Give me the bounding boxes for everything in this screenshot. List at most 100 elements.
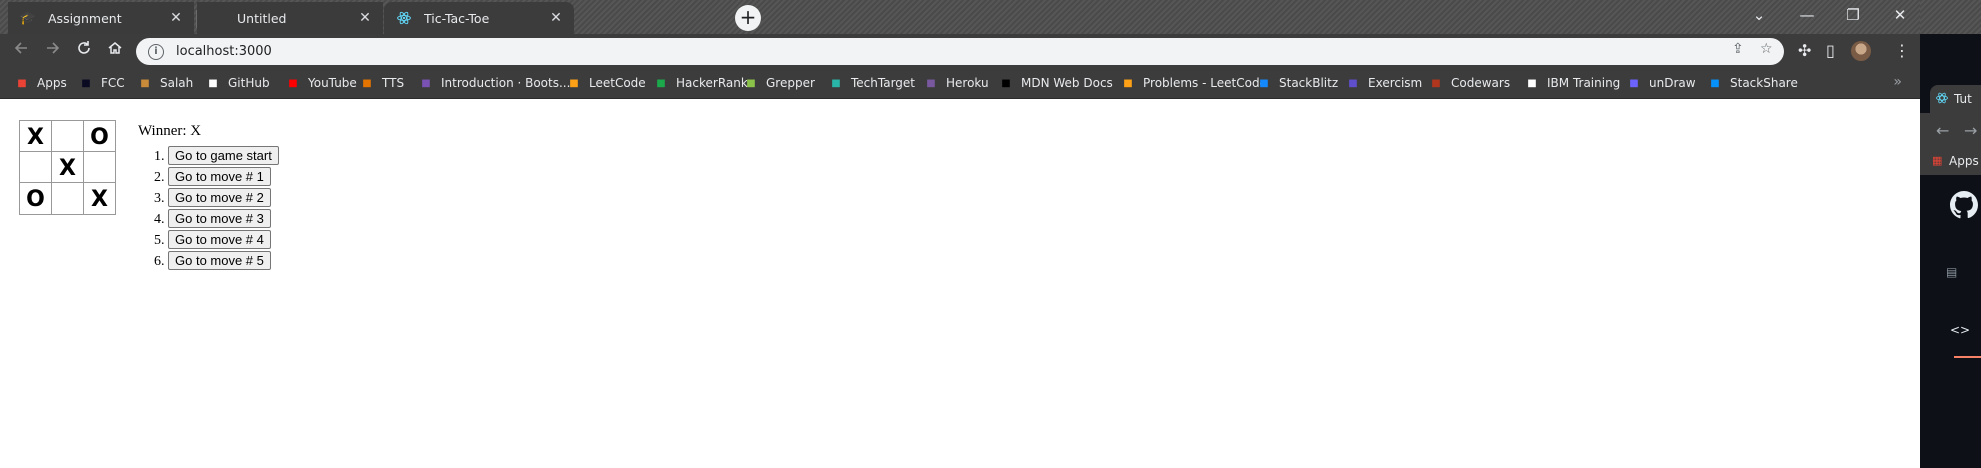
- extensions-icon[interactable]: ✣: [1798, 41, 1811, 60]
- back-arrow-icon[interactable]: ←: [1936, 121, 1949, 140]
- bootstrap-icon: ■: [421, 77, 431, 89]
- square-2[interactable]: O: [83, 120, 116, 153]
- undraw-icon: ■: [1629, 77, 1639, 89]
- bookmark-label[interactable]: Apps: [1949, 154, 1979, 168]
- address-bar[interactable]: i localhost:3000 ⇪ ☆: [136, 38, 1784, 65]
- side-panel-icon[interactable]: ▯: [1826, 41, 1835, 60]
- board-row: OX: [19, 182, 116, 215]
- bookmark-star-icon[interactable]: ☆: [1760, 41, 1773, 57]
- bookmark-heroku[interactable]: ■ Heroku: [923, 74, 988, 92]
- bookmark-apps-grid[interactable]: ■ Apps: [14, 74, 67, 92]
- close-icon[interactable]: ✕: [168, 10, 184, 26]
- board-row: X: [19, 151, 116, 184]
- home-button[interactable]: [104, 40, 126, 62]
- close-icon[interactable]: ✕: [357, 10, 373, 26]
- mdn-icon: ■: [1001, 77, 1011, 89]
- close-window-button[interactable]: ✕: [1885, 4, 1915, 26]
- forward-button[interactable]: [42, 40, 64, 62]
- bookmark-codewars[interactable]: ■ Codewars: [1428, 74, 1510, 92]
- square-4[interactable]: X: [51, 151, 84, 184]
- tab-tic-tac-toe[interactable]: Tic-Tac-Toe ✕: [384, 2, 574, 34]
- square-8[interactable]: X: [83, 182, 116, 215]
- url-text: localhost:3000: [176, 44, 272, 59]
- bookmark-undraw[interactable]: ■ unDraw: [1626, 74, 1696, 92]
- bookmark-stackblitz[interactable]: ■ StackBlitz: [1256, 74, 1338, 92]
- bookmark-label: IBM Training: [1547, 76, 1621, 90]
- square-5[interactable]: [83, 151, 116, 184]
- menu-icon[interactable]: ⋮: [1894, 41, 1910, 60]
- avatar[interactable]: [1851, 41, 1871, 61]
- close-icon[interactable]: ✕: [548, 10, 564, 26]
- share-icon[interactable]: ⇪: [1732, 41, 1744, 57]
- bookmark-hackerrank[interactable]: ■ HackerRank: [653, 74, 748, 92]
- bookmarks-bar: ▦ Apps: [1920, 147, 1981, 175]
- react-icon: [1936, 92, 1948, 107]
- stackblitz-icon: ■: [1259, 77, 1269, 89]
- bookmark-ibm[interactable]: ■ IBM Training: [1524, 74, 1620, 92]
- square-0[interactable]: X: [19, 120, 52, 153]
- go-to-move-button[interactable]: Go to move # 5: [168, 251, 271, 270]
- bookmark-github[interactable]: ■ GitHub: [205, 74, 270, 92]
- apps-grid-icon: ■: [17, 77, 27, 89]
- square-1[interactable]: [51, 120, 84, 153]
- bookmark-label: FCC: [101, 76, 125, 90]
- move-history-list: Go to game start Go to move # 1 Go to move…: [138, 146, 279, 272]
- bookmark-label: Codewars: [1451, 76, 1511, 90]
- square-7[interactable]: [51, 182, 84, 215]
- bookmark-label: unDraw: [1649, 76, 1696, 90]
- bookmark-label: Apps: [37, 76, 67, 90]
- bookmark-fcc[interactable]: ■ FCC: [78, 74, 125, 92]
- minimize-button[interactable]: —: [1792, 4, 1822, 26]
- bookmark-exercism[interactable]: ■ Exercism: [1345, 74, 1422, 92]
- react-icon: [396, 10, 412, 26]
- bookmark-label: Problems - LeetCode: [1143, 76, 1267, 90]
- blank-page-icon: [209, 10, 225, 26]
- bookmark-label: GitHub: [228, 76, 270, 90]
- fcc-icon: ■: [81, 77, 91, 89]
- tab-untitled[interactable]: Untitled ✕: [197, 2, 383, 34]
- site-info-icon[interactable]: i: [148, 43, 164, 60]
- new-tab-button[interactable]: +: [735, 5, 761, 31]
- tab-assignment[interactable]: 🎓 Assignment ✕: [8, 2, 194, 34]
- bookmark-label: TTS: [382, 76, 405, 90]
- reload-button[interactable]: [73, 40, 95, 62]
- bookmark-leetcode[interactable]: ■ Problems - LeetCode: [1120, 74, 1267, 92]
- go-to-move-button[interactable]: Go to move # 4: [168, 230, 271, 249]
- go-to-move-button[interactable]: Go to move # 1: [168, 167, 271, 186]
- apps-grid-icon: ▦: [1932, 154, 1943, 167]
- tab-tutorial[interactable]: Tut: [1930, 85, 1981, 113]
- move-item: Go to move # 5: [168, 251, 279, 272]
- bookmark-mdn[interactable]: ■ MDN Web Docs: [998, 74, 1113, 92]
- bookmark-label: LeetCode: [589, 76, 646, 90]
- bookmark-tts[interactable]: ■ TTS: [359, 74, 404, 92]
- back-button[interactable]: [10, 40, 32, 62]
- go-to-game-start-button[interactable]: Go to game start: [168, 146, 279, 165]
- github-icon[interactable]: [1950, 191, 1978, 226]
- game-info: Winner: X Go to game start Go to move # 1…: [138, 123, 279, 272]
- bookmark-stackshare[interactable]: ■ StackShare: [1707, 74, 1798, 92]
- forward-arrow-icon[interactable]: →: [1964, 121, 1977, 140]
- more-bookmarks-icon[interactable]: »: [1893, 74, 1902, 90]
- bookmark-bootstrap[interactable]: ■ Introduction · Boots...: [418, 74, 570, 92]
- tts-icon: ■: [362, 77, 372, 89]
- bookmark-leetcode[interactable]: ■ LeetCode: [566, 74, 646, 92]
- bookmark-salah[interactable]: ■ Salah: [137, 74, 193, 92]
- tab-strip: [1920, 0, 1981, 34]
- restore-button[interactable]: ❐: [1838, 4, 1868, 26]
- bookmark-label: YouTube: [308, 76, 357, 90]
- browser-toolbar: ← →: [1920, 113, 1981, 147]
- bookmark-label: HackerRank: [676, 76, 748, 90]
- tab-search-button[interactable]: ⌄: [1744, 4, 1774, 26]
- bookmark-grepper[interactable]: ■ Grepper: [743, 74, 815, 92]
- active-tab-underline: [1954, 356, 1981, 358]
- bookmark-youtube[interactable]: ■ YouTube: [285, 74, 357, 92]
- bookmark-label: Salah: [160, 76, 194, 90]
- code-icon[interactable]: <>: [1950, 323, 1970, 337]
- bookmark-techtarget[interactable]: ■ TechTarget: [828, 74, 915, 92]
- square-3[interactable]: [19, 151, 52, 184]
- bookmarks-bar: ■ Apps ■ FCC ■ Salah ■ GitHub ■ YouTube ■ TTS ■ Intro…: [0, 68, 1920, 99]
- square-6[interactable]: O: [19, 182, 52, 215]
- go-to-move-button[interactable]: Go to move # 2: [168, 188, 271, 207]
- go-to-move-button[interactable]: Go to move # 3: [168, 209, 271, 228]
- forward-arrow-icon: [47, 42, 60, 54]
